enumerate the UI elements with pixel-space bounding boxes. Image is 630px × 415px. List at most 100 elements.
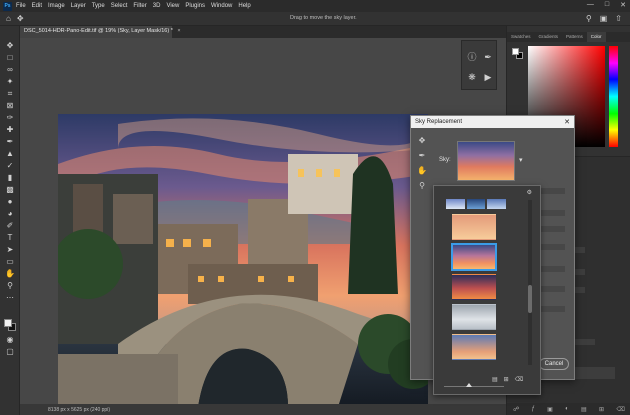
chevron-down-icon[interactable]: ▾ <box>519 156 523 164</box>
dialog-field[interactable] <box>541 210 565 216</box>
dialog-tools: ✥ ✒ ✋ ⚲ <box>416 135 428 195</box>
tools-panel: ✥ □ ∞ ✦ ⌗ ⊠ ✑ ✚ ✒ ▲ ✓ ▮ ▩ ● ◕ ✐ T ➤ ▭ ✋ … <box>0 26 20 415</box>
object-selection-icon[interactable]: ✦ <box>4 76 16 87</box>
dialog-field[interactable] <box>541 306 565 312</box>
menu-edit[interactable]: Edit <box>32 3 42 9</box>
adjust-icon[interactable]: ❋ <box>466 71 478 83</box>
brush-icon[interactable]: ✒ <box>482 51 494 63</box>
move-tool-icon[interactable]: ✥ <box>17 14 24 23</box>
more-tools-icon[interactable]: ⋯ <box>4 292 16 303</box>
dialog-field[interactable] <box>541 244 565 250</box>
clone-stamp-icon[interactable]: ▲ <box>4 148 16 159</box>
close-tab-icon[interactable]: × <box>177 28 180 34</box>
brush-tool-icon[interactable]: ✒ <box>4 136 16 147</box>
document-image[interactable] <box>58 114 428 407</box>
dialog-field[interactable] <box>541 286 565 292</box>
menu-layer[interactable]: Layer <box>71 3 86 9</box>
crop-tool-icon[interactable]: ⌗ <box>4 88 16 99</box>
fx-icon[interactable]: ƒ <box>532 406 535 412</box>
tab-swatches[interactable]: Swatches <box>507 32 535 42</box>
link-icon[interactable]: ☍ <box>513 406 519 413</box>
document-tab[interactable]: DSC_5014-HDR-Pano-Edit.tif @ 19% (Sky, L… <box>20 26 181 38</box>
sky-group-thumb[interactable] <box>446 199 465 209</box>
tab-patterns[interactable]: Patterns <box>562 32 587 42</box>
trash-icon[interactable]: ⌫ <box>616 406 624 413</box>
dialog-field[interactable] <box>541 188 565 194</box>
hue-slider[interactable] <box>609 46 618 147</box>
menu-view[interactable]: View <box>166 3 179 9</box>
blur-tool-icon[interactable]: ● <box>4 196 16 207</box>
new-layer-icon[interactable]: ⊞ <box>599 406 604 413</box>
menu-filter[interactable]: Filter <box>133 3 146 9</box>
dialog-title-bar[interactable]: Sky Replacement ✕ <box>411 116 574 128</box>
history-brush-icon[interactable]: ✓ <box>4 160 16 171</box>
adjustment-icon[interactable]: ◐ <box>565 406 569 412</box>
share-icon[interactable]: ⇧ <box>615 14 622 23</box>
type-tool-icon[interactable]: T <box>4 232 16 243</box>
foreground-color-swatch[interactable] <box>4 319 12 327</box>
move-tool-icon[interactable]: ✥ <box>4 40 16 51</box>
zoom-tool-icon[interactable]: ⚲ <box>4 280 16 291</box>
gear-icon[interactable]: ⚙ <box>527 189 532 196</box>
zoom-tool-icon[interactable]: ⚲ <box>416 180 428 192</box>
search-icon[interactable]: ⚲ <box>586 14 592 23</box>
sky-group-thumb[interactable] <box>487 199 507 209</box>
thumbnail-size-slider[interactable] <box>444 383 504 387</box>
menu-image[interactable]: Image <box>48 3 65 9</box>
close-icon[interactable]: ✕ <box>620 1 626 9</box>
folder-icon[interactable]: ▤ <box>581 406 587 413</box>
play-icon[interactable]: ▶ <box>482 71 494 83</box>
quick-mask-icon[interactable]: ◉ <box>4 334 16 345</box>
tab-gradients[interactable]: Gradients <box>535 32 563 42</box>
panel-foreground-swatch[interactable] <box>512 48 519 55</box>
minimize-icon[interactable]: — <box>587 1 594 9</box>
dodge-tool-icon[interactable]: ◕ <box>4 208 16 219</box>
sky-brush-icon[interactable]: ✒ <box>416 150 428 162</box>
scrollbar-thumb[interactable] <box>528 285 532 313</box>
path-selection-icon[interactable]: ➤ <box>4 244 16 255</box>
menu-file[interactable]: File <box>16 3 26 9</box>
menu-plugins[interactable]: Plugins <box>185 3 205 9</box>
info-icon[interactable]: ⓘ <box>466 51 478 63</box>
hand-tool-icon[interactable]: ✋ <box>416 165 428 177</box>
frame-tool-icon[interactable]: ⊠ <box>4 100 16 111</box>
cancel-button[interactable]: Cancel <box>539 358 569 370</box>
sky-preset-thumb[interactable] <box>452 334 496 360</box>
marquee-tool-icon[interactable]: □ <box>4 52 16 63</box>
sky-group-thumb[interactable] <box>466 199 486 209</box>
healing-brush-icon[interactable]: ✚ <box>4 124 16 135</box>
menu-select[interactable]: Select <box>111 3 128 9</box>
move-tool-icon[interactable]: ✥ <box>416 135 428 147</box>
sky-preset-thumb[interactable] <box>452 304 496 330</box>
workspace-icon[interactable]: ▣ <box>600 14 608 23</box>
new-preset-icon[interactable]: ⊞ <box>504 376 509 383</box>
home-icon[interactable]: ⌂ <box>6 14 11 23</box>
dialog-field[interactable] <box>541 266 565 272</box>
picker-scrollbar[interactable] <box>528 200 532 365</box>
folder-icon[interactable]: ▤ <box>492 376 498 383</box>
gradient-tool-icon[interactable]: ▩ <box>4 184 16 195</box>
sky-preset-thumb[interactable] <box>452 214 496 240</box>
eyedropper-icon[interactable]: ✑ <box>4 112 16 123</box>
screen-mode-icon[interactable]: ▢ <box>4 346 16 357</box>
options-hint: Drag to move the sky layer. <box>290 15 357 21</box>
tab-color[interactable]: Color <box>586 32 606 42</box>
menu-3d[interactable]: 3D <box>153 3 161 9</box>
pen-tool-icon[interactable]: ✐ <box>4 220 16 231</box>
hand-tool-icon[interactable]: ✋ <box>4 268 16 279</box>
sky-preset-thumb[interactable] <box>452 274 496 300</box>
maximize-icon[interactable]: □ <box>605 1 609 9</box>
mask-icon[interactable]: ▣ <box>547 406 553 413</box>
menu-window[interactable]: Window <box>211 3 232 9</box>
sky-preset-thumb-selected[interactable] <box>452 244 496 270</box>
menu-help[interactable]: Help <box>238 3 250 9</box>
slider-knob[interactable] <box>466 383 472 387</box>
trash-icon[interactable]: ⌫ <box>515 376 523 383</box>
dialog-close-icon[interactable]: ✕ <box>564 118 570 126</box>
rectangle-tool-icon[interactable]: ▭ <box>4 256 16 267</box>
sky-preset-preview[interactable] <box>457 141 515 181</box>
lasso-tool-icon[interactable]: ∞ <box>4 64 16 75</box>
menu-type[interactable]: Type <box>92 3 105 9</box>
eraser-icon[interactable]: ▮ <box>4 172 16 183</box>
dialog-field[interactable] <box>541 226 565 232</box>
